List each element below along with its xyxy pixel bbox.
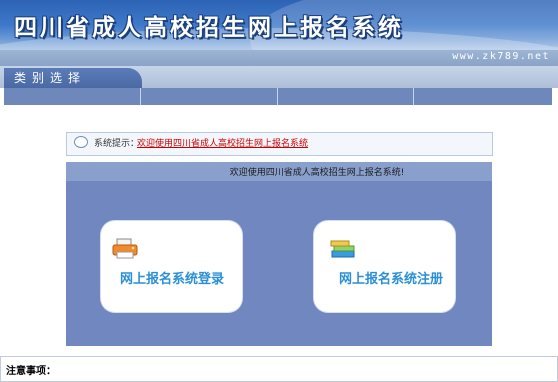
register-card[interactable] bbox=[314, 221, 455, 312]
sub-bar-divider bbox=[413, 88, 414, 105]
notice-label: 系统提示： bbox=[94, 139, 140, 149]
attention-box bbox=[0, 356, 558, 382]
category-sub-bar bbox=[4, 88, 552, 105]
site-title: 四川省成人高校招生网上报名系统 bbox=[14, 15, 404, 41]
site-url: www.zk789.net bbox=[452, 51, 550, 62]
attention-label: 注意事项： bbox=[6, 366, 56, 377]
books-icon bbox=[330, 240, 355, 258]
sub-bar-divider bbox=[277, 88, 278, 105]
sub-bar-divider bbox=[140, 88, 141, 105]
welcome-text: 欢迎使用四川省成人高校招生网上报名系统! bbox=[229, 168, 405, 178]
notice-link[interactable]: 欢迎使用四川省成人高校招生网上报名系统 bbox=[137, 136, 308, 149]
login-button-label[interactable]: 网上报名系统登录 bbox=[120, 268, 224, 287]
register-button-label[interactable]: 网上报名系统注册 bbox=[339, 268, 443, 287]
login-card[interactable] bbox=[101, 221, 242, 312]
printer-icon bbox=[112, 238, 138, 259]
notice-bubble-icon bbox=[74, 136, 88, 148]
category-label: 类别选择 bbox=[14, 71, 87, 85]
